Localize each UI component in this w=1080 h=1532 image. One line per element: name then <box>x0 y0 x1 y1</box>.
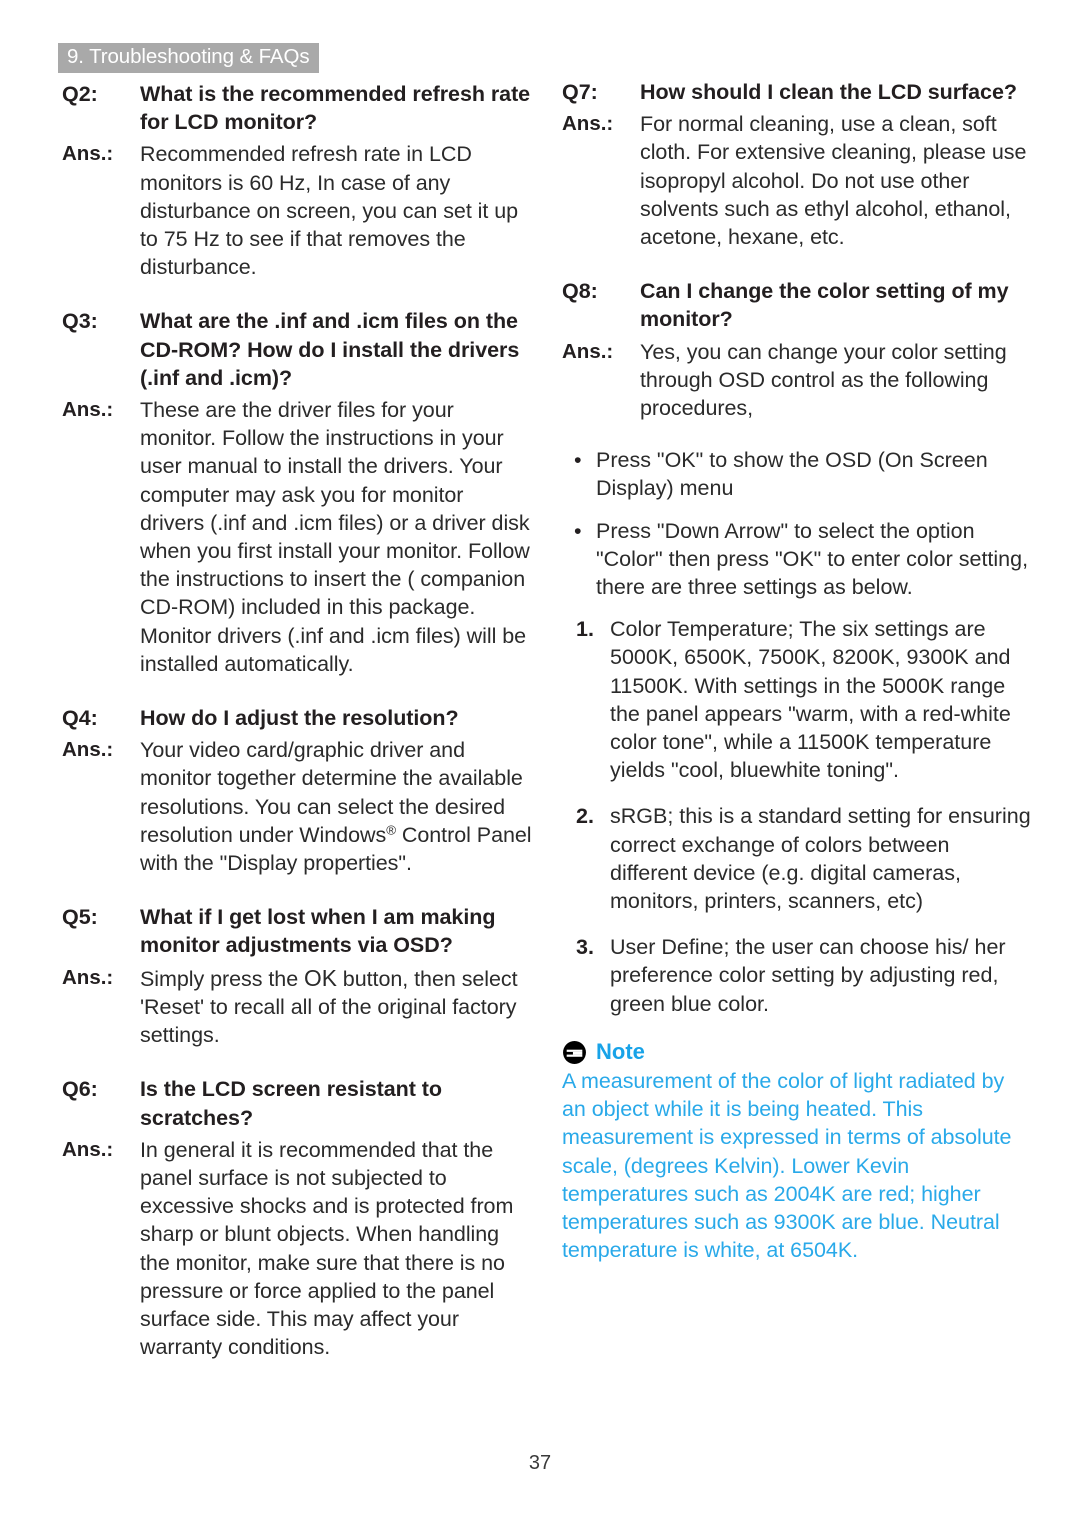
q3-label: Q3: <box>62 309 98 334</box>
faq-entry-q4-question: Q4: How do I adjust the resolution? <box>62 704 532 732</box>
q5-question-text: What if I get lost when I am making moni… <box>140 905 496 958</box>
right-column: Q7: How should I clean the LCD surface? … <box>562 78 1032 1264</box>
page-number: 37 <box>528 1452 552 1474</box>
list-item: 3. User Define; the user can choose his/… <box>562 933 1032 1018</box>
q6-label: Q6: <box>62 1077 98 1102</box>
note-title: Note <box>596 1039 645 1065</box>
color-settings-numbered-list: 1. Color Temperature; The six settings a… <box>562 615 1032 1018</box>
q7-answer-text: For normal cleaning, use a clean, soft c… <box>640 112 1027 250</box>
note-header: Note <box>562 1040 1032 1065</box>
q7-label: Q7: <box>562 80 598 104</box>
faq-entry-q6-question: Q6: Is the LCD screen resistant to scrat… <box>62 1075 532 1131</box>
list-item: 1. Color Temperature; The six settings a… <box>562 615 1032 784</box>
list-item: • Press "OK" to show the OSD (On Screen … <box>562 446 1032 502</box>
q8-question-text: Can I change the color setting of my mon… <box>640 279 1009 332</box>
faq-entry-q5-question: Q5: What if I get lost when I am making … <box>62 903 532 959</box>
faq-entry-q3-answer: Ans.: These are the driver files for you… <box>62 396 532 678</box>
bullet-text: Press "OK" to show the OSD (On Screen Di… <box>596 448 988 501</box>
number-marker: 2. <box>576 804 594 829</box>
q6-question-text: Is the LCD screen resistant to scratches… <box>140 1077 442 1130</box>
number-marker: 1. <box>576 617 594 642</box>
document-page: 9. Troubleshooting & FAQs Q2: What is th… <box>0 0 1080 1532</box>
faq-entry-q5-answer: Ans.: Simply press the OK button, then s… <box>62 964 532 1050</box>
q2-answer-text: Recommended refresh rate in LCD monitors… <box>140 142 519 280</box>
note-callout: Note A measurement of the color of light… <box>562 1040 1032 1264</box>
registered-trademark-mark: ® <box>386 822 396 838</box>
q5-answer-part1: Simply press the <box>140 966 305 991</box>
note-body-text: A measurement of the color of light radi… <box>562 1068 1012 1263</box>
q2-answer-label: Ans.: <box>62 142 114 166</box>
faq-entry-q2-answer: Ans.: Recommended refresh rate in LCD mo… <box>62 140 532 281</box>
bullet-marker-icon: • <box>574 518 582 543</box>
osd-procedure-bullet-list: • Press "OK" to show the OSD (On Screen … <box>562 446 1032 601</box>
q7-question-text: How should I clean the LCD surface? <box>640 80 1017 104</box>
list-item: 2. sRGB; this is a standard setting for … <box>562 802 1032 915</box>
list-item: • Press "Down Arrow" to select the optio… <box>562 517 1032 602</box>
q4-question-text: How do I adjust the resolution? <box>140 706 459 731</box>
numbered-item-text: Color Temperature; The six settings are … <box>610 617 1011 783</box>
q8-answer-label: Ans.: <box>562 339 614 363</box>
q2-label: Q2: <box>62 82 98 106</box>
faq-entry-q4-answer: Ans.: Your video card/graphic driver and… <box>62 736 532 877</box>
faq-entry-q8-answer: Ans.: Yes, you can change your color set… <box>562 338 1032 423</box>
faq-entry-q8-question: Q8: Can I change the color setting of my… <box>562 277 1032 333</box>
q4-answer-label: Ans.: <box>62 738 114 762</box>
q5-answer-label: Ans.: <box>62 965 114 989</box>
note-icon <box>563 1040 586 1064</box>
number-marker: 3. <box>576 935 594 960</box>
q6-answer-text: In general it is recommended that the pa… <box>140 1137 514 1360</box>
chapter-header-label: 9. Troubleshooting & FAQs <box>67 44 310 68</box>
ok-button-reference: OK <box>304 964 337 991</box>
q3-answer-label: Ans.: <box>62 398 114 422</box>
q3-question-text: What are the .inf and .icm files on the … <box>140 309 520 390</box>
bullet-marker-icon: • <box>574 448 582 473</box>
q8-answer-text: Yes, you can change your color setting t… <box>640 339 1007 421</box>
q8-label: Q8: <box>562 279 598 304</box>
numbered-item-text: sRGB; this is a standard setting for ens… <box>610 804 1031 914</box>
q5-answer-text: Simply press the OK button, then select … <box>140 964 532 1050</box>
chapter-header-band: 9. Troubleshooting & FAQs <box>58 43 319 73</box>
faq-entry-q6-answer: Ans.: In general it is recommended that … <box>62 1136 532 1362</box>
faq-entry-q3-question: Q3: What are the .inf and .icm files on … <box>62 307 532 392</box>
q6-answer-label: Ans.: <box>62 1137 114 1161</box>
faq-entry-q7-answer: Ans.: For normal cleaning, use a clean, … <box>562 110 1032 251</box>
left-column: Q2: What is the recommended refresh rate… <box>62 80 532 1361</box>
q2-question-text: What is the recommended refresh rate for… <box>140 82 531 135</box>
faq-entry-q7-question: Q7: How should I clean the LCD surface? <box>562 78 1032 106</box>
q7-answer-label: Ans.: <box>562 112 614 136</box>
q4-answer-text: Your video card/graphic driver and monit… <box>140 736 532 877</box>
q5-label: Q5: <box>62 905 98 930</box>
q4-label: Q4: <box>62 706 98 731</box>
q3-answer-text: These are the driver files for your moni… <box>140 398 530 676</box>
faq-entry-q2-question: Q2: What is the recommended refresh rate… <box>62 80 532 136</box>
numbered-item-text: User Define; the user can choose his/ he… <box>610 935 1006 1016</box>
bullet-text: Press "Down Arrow" to select the option … <box>596 518 1029 600</box>
